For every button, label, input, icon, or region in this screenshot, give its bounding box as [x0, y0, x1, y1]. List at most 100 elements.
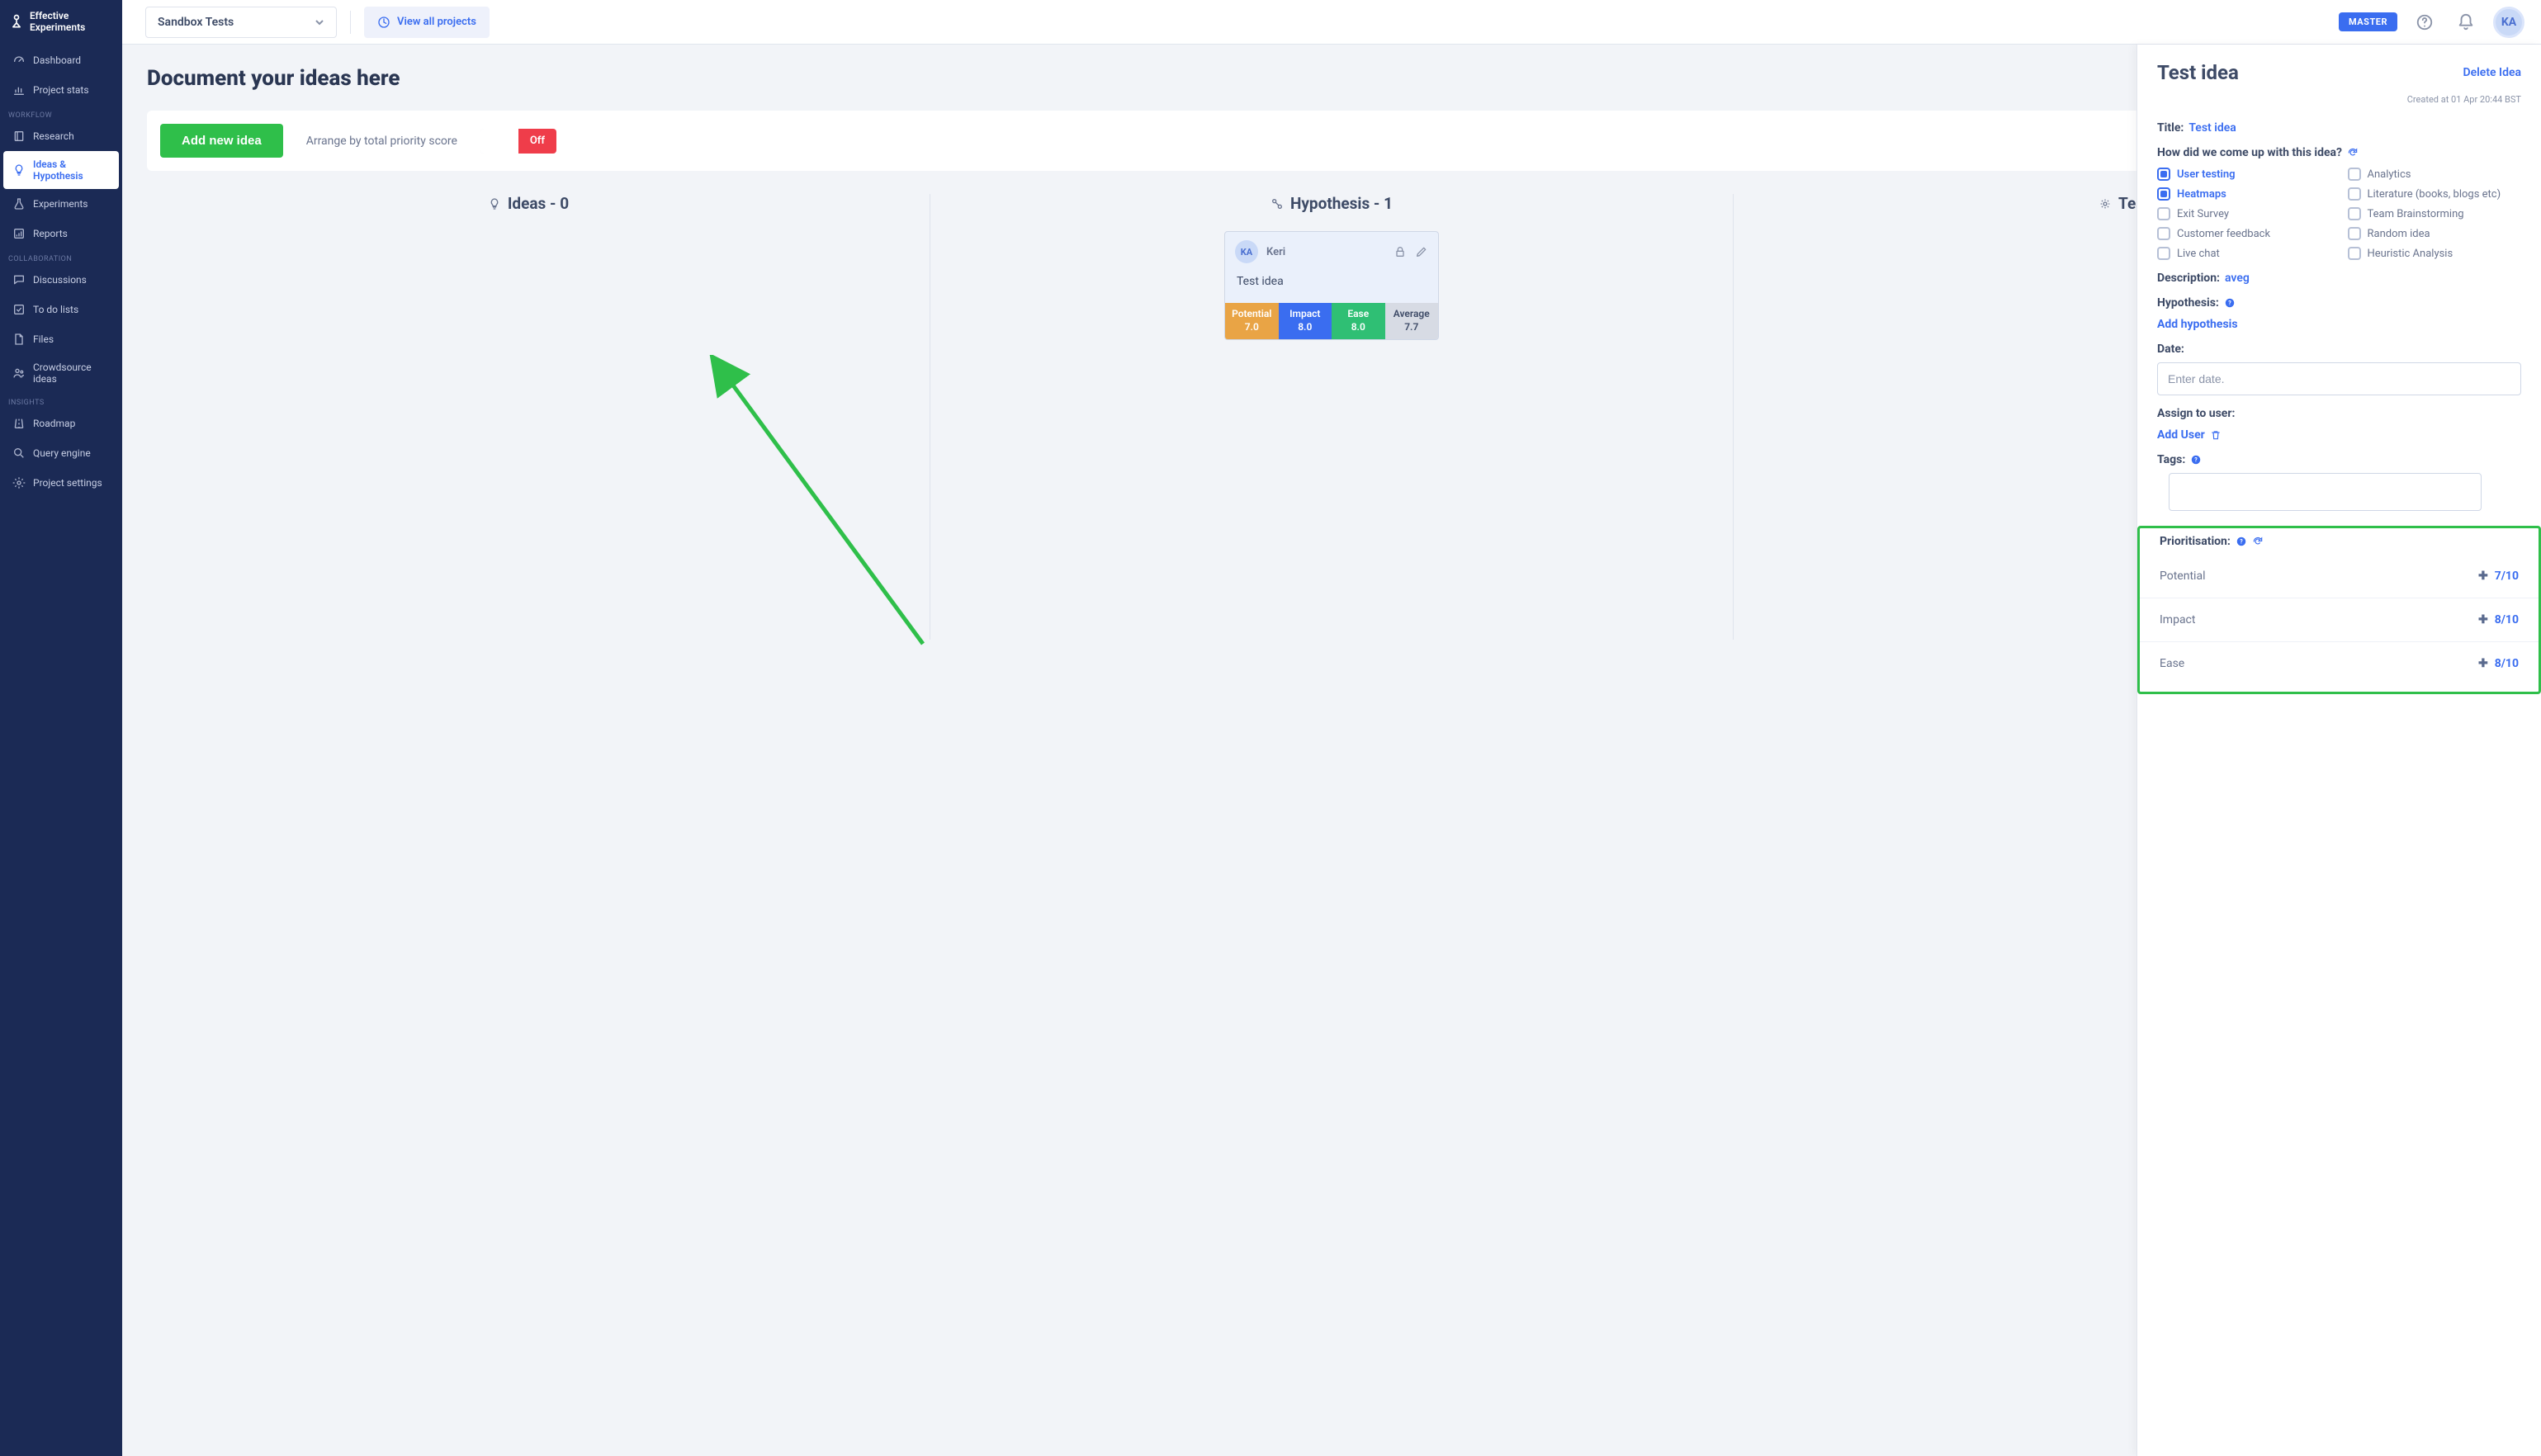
book-icon [12, 129, 26, 144]
created-at: Created at 01 Apr 20:44 BST [2137, 94, 2541, 110]
tags-label: Tags: [2157, 453, 2185, 466]
checkbox-label: Heuristic Analysis [2368, 248, 2453, 260]
svg-text:?: ? [2195, 456, 2198, 463]
prio-name: Potential [2160, 570, 2205, 583]
origin-checkbox[interactable]: Random idea [2348, 227, 2522, 240]
checkbox-box [2157, 207, 2170, 220]
grid-icon [377, 16, 390, 29]
idea-card[interactable]: KAKeriTest ideaPotential7.0Impact8.0Ease… [1224, 231, 1439, 340]
trash-icon[interactable] [2210, 429, 2222, 441]
sidebar-item-query[interactable]: Query engine [3, 438, 119, 468]
arrange-toggle[interactable]: Off [480, 129, 556, 154]
origin-checkbox[interactable]: Live chat [2157, 247, 2331, 260]
date-input[interactable] [2157, 362, 2521, 395]
refresh-icon[interactable] [2252, 536, 2264, 547]
prio-value[interactable]: ✚8/10 [2478, 657, 2519, 670]
date-label: Date: [2157, 343, 2184, 356]
add-user-label: Add User [2157, 428, 2205, 442]
sidebar-item-files[interactable]: Files [3, 324, 119, 354]
bell-icon[interactable] [2452, 8, 2480, 36]
toggle-off-label: Off [518, 129, 556, 154]
gearcol-icon [2099, 197, 2112, 210]
sidebar-item-research[interactable]: Research [3, 121, 119, 151]
add-hypothesis-link[interactable]: Add hypothesis [2157, 318, 2238, 331]
sidebar-item-dashboard[interactable]: Dashboard [3, 45, 119, 75]
origin-label: How did we come up with this idea? [2157, 146, 2342, 159]
add-new-idea-button[interactable]: Add new idea [160, 124, 283, 158]
pencil-icon[interactable] [1415, 245, 1428, 258]
user-avatar[interactable]: KA [2493, 7, 2524, 38]
description-value[interactable]: aveg [2225, 272, 2250, 285]
connect-icon [1270, 197, 1284, 210]
idea-detail-panel: Test idea Delete Idea Created at 01 Apr … [2136, 45, 2541, 1456]
prio-name: Impact [2160, 613, 2195, 626]
origin-checkbox[interactable]: Team Brainstorming [2348, 207, 2522, 220]
sidebar-item-roadmap[interactable]: Roadmap [3, 409, 119, 438]
help-icon[interactable]: ? [2224, 297, 2236, 309]
sidebar-item-label: Ideas & Hypothesis [33, 158, 111, 182]
prio-value[interactable]: ✚8/10 [2478, 613, 2519, 626]
score-average: Average7.7 [1385, 303, 1439, 339]
gear-icon [12, 475, 26, 490]
nav-section-label: COLLABORATION [0, 248, 122, 265]
checkbox-box [2348, 187, 2361, 201]
origin-checkbox[interactable]: Analytics [2348, 168, 2522, 181]
plus-icon: ✚ [2478, 570, 2488, 583]
chevron-down-icon [315, 17, 324, 27]
sidebar-item-label: Project stats [33, 84, 89, 96]
help-icon[interactable] [2411, 8, 2439, 36]
checkbox-label: Random idea [2368, 228, 2430, 240]
checkbox-box [2157, 187, 2170, 201]
prioritisation-label: Prioritisation: [2160, 535, 2231, 548]
origin-checkbox[interactable]: Heatmaps [2157, 187, 2331, 201]
prio-value[interactable]: ✚7/10 [2478, 570, 2519, 583]
sidebar-item-project-stats[interactable]: Project stats [3, 75, 119, 105]
view-all-projects-button[interactable]: View all projects [364, 7, 490, 38]
project-select[interactable]: Sandbox Tests [145, 7, 337, 38]
checkbox-label: Literature (books, blogs etc) [2368, 188, 2501, 201]
checkbox-label: Heatmaps [2177, 188, 2226, 201]
master-badge[interactable]: MASTER [2339, 12, 2397, 31]
sidebar-item-label: Experiments [33, 198, 88, 210]
score-potential: Potential7.0 [1225, 303, 1279, 339]
board-column-hypothesis: Hypothesis - 1KAKeriTest ideaPotential7.… [950, 194, 1713, 640]
tags-input[interactable] [2169, 473, 2482, 511]
sidebar-item-crowdsource[interactable]: Crowdsource ideas [3, 354, 119, 392]
origin-checkbox[interactable]: Heuristic Analysis [2348, 247, 2522, 260]
detail-header: Test idea [2157, 61, 2239, 84]
origin-checkbox[interactable]: User testing [2157, 168, 2331, 181]
lock-icon[interactable] [1394, 245, 1407, 258]
topbar: Sandbox Tests View all projects MASTER K… [122, 0, 2541, 45]
help-icon[interactable]: ? [2236, 536, 2247, 547]
assign-label: Assign to user: [2157, 407, 2235, 420]
refresh-icon[interactable] [2347, 147, 2359, 158]
origin-checkbox[interactable]: Customer feedback [2157, 227, 2331, 240]
chart-icon [12, 83, 26, 97]
arrange-label: Arrange by total priority score [306, 135, 457, 148]
gauge-icon [12, 53, 26, 68]
hypothesis-label: Hypothesis: [2157, 296, 2219, 310]
prio-name: Ease [2160, 657, 2184, 670]
sidebar-item-label: Reports [33, 228, 68, 239]
sidebar-item-ideas-hypothesis[interactable]: Ideas & Hypothesis [3, 151, 119, 189]
flask-icon [12, 196, 26, 211]
sidebar-item-label: Query engine [33, 447, 91, 459]
card-title: Test idea [1225, 272, 1438, 303]
nav-section-label: WORKFLOW [0, 105, 122, 121]
origin-checkbox[interactable]: Literature (books, blogs etc) [2348, 187, 2522, 201]
sidebar-item-todo[interactable]: To do lists [3, 295, 119, 324]
sidebar-item-experiments[interactable]: Experiments [3, 189, 119, 219]
checkbox-label: Analytics [2368, 168, 2411, 181]
chat-icon [12, 272, 26, 287]
sidebar-item-discussions[interactable]: Discussions [3, 265, 119, 295]
check-icon [12, 302, 26, 317]
sidebar-item-settings[interactable]: Project settings [3, 468, 119, 498]
card-avatar: KA [1235, 240, 1258, 263]
delete-idea-link[interactable]: Delete Idea [2463, 66, 2522, 79]
help-icon[interactable]: ? [2190, 454, 2202, 466]
title-value[interactable]: Test idea [2188, 121, 2236, 135]
sidebar-item-reports[interactable]: Reports [3, 219, 119, 248]
add-user-link[interactable]: Add User [2157, 428, 2222, 442]
checkbox-label: Exit Survey [2177, 208, 2229, 220]
origin-checkbox[interactable]: Exit Survey [2157, 207, 2331, 220]
